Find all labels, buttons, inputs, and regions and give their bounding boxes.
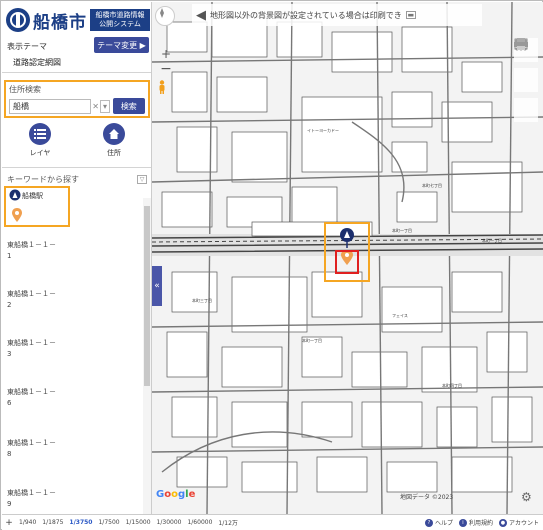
location-pin-icon	[12, 208, 22, 222]
selected-parcel-marker	[335, 250, 359, 274]
scale-option[interactable]: 1/7500	[98, 519, 119, 526]
scrollbar-thumb[interactable]	[144, 206, 150, 386]
print-notice-text: 地形図以外の背景図が設定されている場合は印刷でき	[210, 10, 402, 20]
back-arrow-icon[interactable]: ◀	[192, 8, 210, 23]
list-item[interactable]: 東船橋１－１－ 8	[7, 438, 56, 460]
clear-icon[interactable]: ✕	[91, 99, 100, 114]
footer-links: ? ヘルプ i 利用規約 ● アカウント	[419, 518, 543, 527]
city-emblem-icon	[6, 8, 30, 32]
system-name-line2: 公開システム	[99, 20, 141, 28]
scale-bar: + 1/940 1/1875 1/3750 1/7500 1/15000 1/3…	[2, 514, 543, 530]
compass-icon[interactable]	[155, 6, 175, 26]
plus-icon[interactable]: +	[2, 518, 16, 528]
keyword-search-header[interactable]: キーワードから探す ▽	[7, 174, 147, 185]
scale-option-active[interactable]: 1/3750	[69, 519, 92, 526]
account-link-label: アカウント	[508, 520, 539, 527]
svg-text:本町三丁目: 本町三丁目	[192, 297, 212, 303]
map-copyright: 地図データ ©2023	[400, 494, 454, 501]
terms-link[interactable]: i 利用規約	[458, 518, 493, 527]
print-icon[interactable]	[514, 38, 538, 122]
current-theme: 道路認定網図	[13, 58, 61, 67]
collapse-sidebar-button[interactable]: «	[152, 266, 162, 306]
gear-icon[interactable]: ⚙	[521, 490, 532, 504]
terms-icon: i	[458, 518, 467, 527]
theme-label: 表示テーマ	[7, 42, 47, 51]
address-button[interactable]: 住所	[94, 123, 134, 158]
scale-option[interactable]: 1/12万	[218, 518, 237, 527]
list-icon	[29, 123, 51, 145]
marker-a-icon	[9, 189, 21, 201]
address-search-panel: 住所検索 ✕ ▾ 検索	[4, 80, 150, 118]
grid-icon[interactable]	[514, 39, 538, 92]
address-search-input[interactable]	[9, 98, 91, 114]
list-item[interactable]: 東船橋１－１－ 6	[7, 387, 56, 409]
svg-text:本町一丁目: 本町一丁目	[392, 227, 412, 233]
system-name-line1: 船橋市道路情報	[95, 11, 145, 19]
account-link[interactable]: ● アカウント	[498, 518, 539, 527]
app-window: 船橋市 船橋市道路情報 公開システム 表示テーマ テーマ変更 ▶ 道路認定網図 …	[0, 0, 543, 530]
scale-option[interactable]: 1/60000	[187, 519, 212, 526]
search-button[interactable]: 検索	[112, 98, 145, 114]
list-item[interactable]: 船橋駅	[4, 186, 70, 227]
system-name: 船橋市道路情報 公開システム	[90, 9, 150, 31]
result-label: 船橋駅	[22, 192, 43, 200]
result-list: 船橋駅 東船橋１－１－ 1 東船橋１－１－ 2 東船橋１－１－ 3 東船橋１－１…	[2, 186, 142, 514]
sidebar: 船橋市 船橋市道路情報 公開システム 表示テーマ テーマ変更 ▶ 道路認定網図 …	[2, 2, 152, 514]
scale-option[interactable]: 1/940	[19, 519, 36, 526]
scale-option[interactable]: 1/30000	[157, 519, 182, 526]
svg-text:本町一丁目: 本町一丁目	[302, 337, 322, 343]
list-item[interactable]: 東船橋１－１－ 3	[7, 338, 56, 360]
home-icon	[103, 123, 125, 145]
scale-option[interactable]: 1/1875	[42, 519, 63, 526]
zoom-out-button[interactable]: −	[158, 61, 174, 77]
logo[interactable]: 船橋市 船橋市道路情報 公開システム	[6, 6, 150, 34]
svg-text:本町四丁目: 本町四丁目	[442, 382, 462, 388]
address-search-label: 住所検索	[9, 85, 41, 94]
help-link-label: ヘルプ	[434, 520, 453, 527]
keyword-search-label: キーワードから探す	[7, 175, 79, 184]
close-icon[interactable]: ▬	[405, 11, 416, 19]
help-icon: ?	[424, 518, 433, 527]
divider	[2, 72, 151, 73]
list-item[interactable]: 東船橋１－１－ 9	[7, 488, 56, 510]
account-icon: ●	[498, 518, 507, 527]
chevron-down-icon[interactable]: ▽	[137, 175, 147, 184]
svg-text:フェイス: フェイス	[392, 313, 408, 318]
list-item[interactable]: 東船橋１－１－ 2	[7, 289, 56, 311]
help-link[interactable]: ? ヘルプ	[424, 518, 453, 527]
theme-change-button[interactable]: テーマ変更 ▶	[94, 37, 149, 53]
street-view-icon[interactable]	[158, 80, 174, 98]
list-item[interactable]: 東船橋１－１－ 1	[7, 240, 56, 262]
scale-option[interactable]: 1/15000	[126, 519, 151, 526]
city-name: 船橋市	[33, 12, 87, 33]
map-canvas[interactable]: イトーヨーカドー 本町七丁目 本町一丁目 本町一丁目 本町一丁目 本町四丁目 フェイス…	[152, 2, 543, 514]
scrollbar[interactable]	[143, 198, 151, 514]
layer-button-label: レイヤ	[29, 149, 51, 157]
map-tools	[514, 38, 540, 128]
terms-link-label: 利用規約	[468, 520, 493, 527]
divider	[2, 167, 151, 168]
print-notice-banner: ◀ 地形図以外の背景図が設定されている場合は印刷でき ▬	[192, 4, 482, 26]
zoom-in-button[interactable]: +	[158, 47, 174, 61]
svg-text:本町一丁目: 本町一丁目	[482, 237, 502, 243]
svg-text:イトーヨーカドー: イトーヨーカドー	[307, 128, 339, 133]
dropdown-icon[interactable]: ▾	[100, 99, 110, 113]
svg-text:本町七丁目: 本町七丁目	[422, 182, 442, 188]
google-logo: Google	[156, 489, 196, 500]
layer-button[interactable]: レイヤ	[20, 123, 60, 158]
address-button-label: 住所	[107, 149, 121, 157]
